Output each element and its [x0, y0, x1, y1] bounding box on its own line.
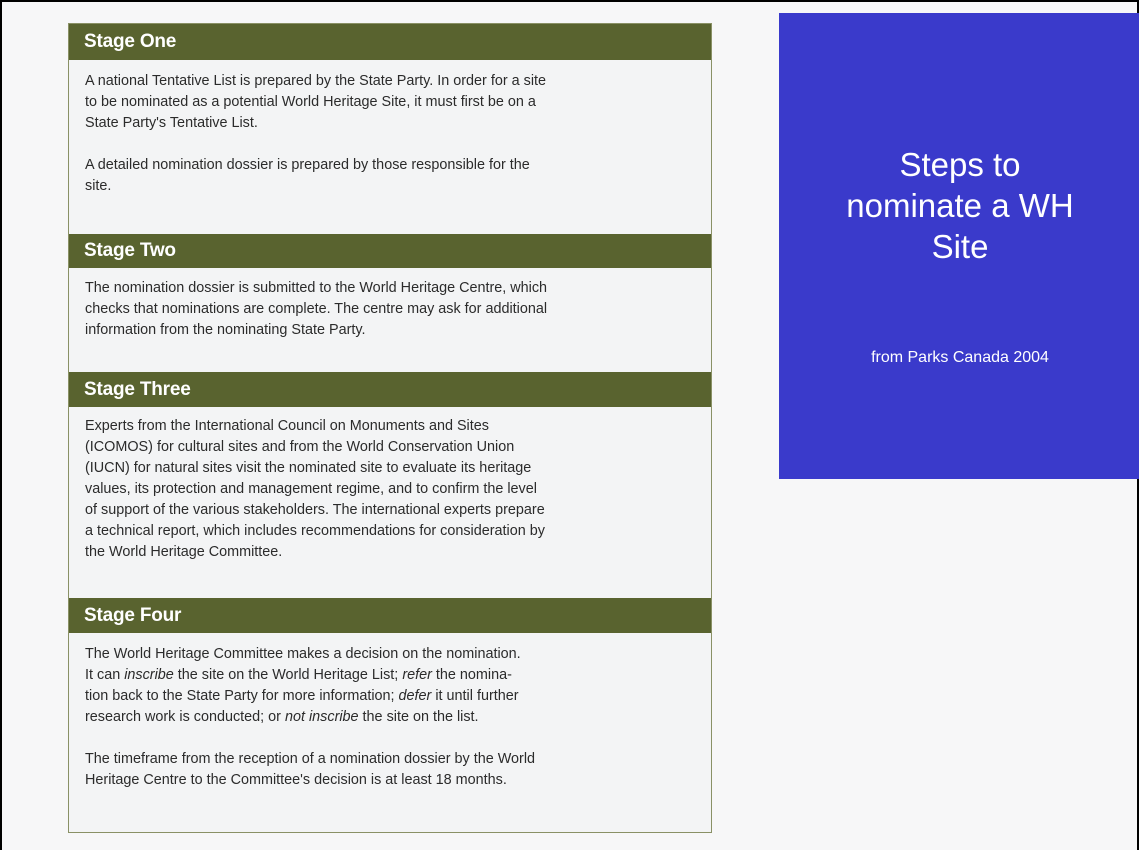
slide-frame: Stage One A national Tentative List is p…	[0, 0, 1139, 850]
stage-one-header: Stage One	[69, 24, 711, 60]
stage-one-paragraph-1: A national Tentative List is prepared by…	[85, 73, 547, 131]
source-credit: from Parks Canada 2004	[871, 349, 1049, 366]
stage-three-paragraph-1: Experts from the International Council o…	[85, 418, 545, 560]
stage-four-paragraph-2: The timeframe from the reception of a no…	[85, 751, 536, 788]
stage-two-body: The nomination dossier is submitted to t…	[69, 278, 711, 341]
title-panel: Steps to nominate a WH Site from Parks C…	[779, 13, 1139, 479]
stage-two-paragraph-1: The nomination dossier is submitted to t…	[85, 280, 548, 338]
stage-one-paragraph-2: A detailed nomination dossier is prepare…	[85, 157, 530, 194]
stage-three-body: Experts from the International Council o…	[69, 416, 711, 563]
stage-one-body: A national Tentative List is prepared by…	[69, 71, 711, 197]
stages-document: Stage One A national Tentative List is p…	[68, 23, 712, 833]
stage-three-header: Stage Three	[69, 372, 711, 407]
stage-two-header: Stage Two	[69, 234, 711, 268]
stage-four-paragraph-1: The World Heritage Committee makes a dec…	[85, 646, 521, 725]
stage-four-header: Stage Four	[69, 598, 711, 633]
stage-four-body: The World Heritage Committee makes a dec…	[69, 644, 711, 791]
slide-title: Steps to nominate a WH Site	[846, 146, 1074, 265]
